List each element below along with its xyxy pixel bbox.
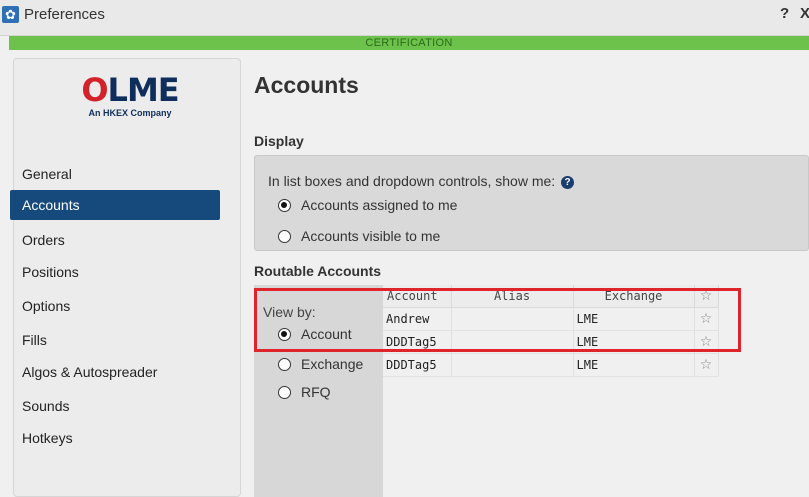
view-by-label: View by: xyxy=(263,304,316,320)
display-section-label: Display xyxy=(254,133,304,149)
sidebar-item-algos[interactable]: Algos & Autospreader xyxy=(10,357,220,387)
environment-banner: CERTIFICATION xyxy=(9,36,809,50)
routable-accounts-panel: View by: Account Alias Exchange ☆ Andrew… xyxy=(254,285,809,497)
column-header-alias[interactable]: Alias xyxy=(451,285,574,308)
table-header-row: Account Alias Exchange ☆ xyxy=(383,285,719,308)
viewby-radio-account[interactable]: Account xyxy=(278,326,352,342)
window-title: Preferences xyxy=(24,6,105,23)
radio-checked-icon xyxy=(278,327,291,341)
sidebar-item-accounts[interactable]: Accounts xyxy=(10,190,220,220)
radio-label: Accounts visible to me xyxy=(301,228,441,244)
star-icon[interactable]: ☆ xyxy=(694,330,719,354)
radio-unchecked-icon xyxy=(278,385,291,399)
cell-alias[interactable] xyxy=(451,307,574,331)
sidebar-item-fills[interactable]: Fills xyxy=(10,325,220,355)
cell-alias[interactable] xyxy=(451,330,574,354)
sidebar-item-sounds[interactable]: Sounds xyxy=(10,391,220,421)
logo-subtitle: An HKEX Company xyxy=(88,108,172,118)
star-icon[interactable]: ☆ xyxy=(694,353,719,377)
cell-exchange: LME xyxy=(573,307,695,331)
radio-label: Exchange xyxy=(301,356,364,372)
help-button[interactable]: ? xyxy=(780,5,789,22)
cell-account: Andrew xyxy=(383,307,452,331)
cell-exchange: LME xyxy=(573,330,695,354)
radio-accounts-visible[interactable]: Accounts visible to me xyxy=(278,228,440,244)
cell-alias[interactable] xyxy=(451,353,574,377)
accounts-table-area: Account Alias Exchange ☆ Andrew LME ☆ DD… xyxy=(383,285,809,497)
app-icon: ✿ xyxy=(2,6,19,23)
sidebar-item-general[interactable]: General xyxy=(10,159,220,189)
radio-label: Accounts assigned to me xyxy=(301,197,458,213)
viewby-radio-exchange[interactable]: Exchange xyxy=(278,356,363,372)
sidebar-item-hotkeys[interactable]: Hotkeys xyxy=(10,423,220,453)
display-prompt: In list boxes and dropdown controls, sho… xyxy=(268,173,575,189)
cell-account: DDDTag5 xyxy=(383,330,452,354)
radio-label: Account xyxy=(301,326,352,342)
table-row[interactable]: Andrew LME ☆ xyxy=(383,307,719,331)
column-header-account[interactable]: Account xyxy=(383,285,452,308)
radio-label: RFQ xyxy=(301,384,331,400)
question-icon[interactable]: ? xyxy=(561,176,575,189)
sidebar-item-positions[interactable]: Positions xyxy=(10,257,220,287)
radio-accounts-assigned[interactable]: Accounts assigned to me xyxy=(278,197,457,213)
logo-mark-text: LME xyxy=(107,71,180,109)
sidebar-item-orders[interactable]: Orders xyxy=(10,225,220,255)
logo-mark-prefix: O xyxy=(81,71,108,109)
close-button[interactable]: X xyxy=(800,5,809,22)
page-title: Accounts xyxy=(254,72,359,98)
display-prompt-text: In list boxes and dropdown controls, sho… xyxy=(268,173,556,189)
viewby-radio-rfq[interactable]: RFQ xyxy=(278,384,331,400)
star-icon[interactable]: ☆ xyxy=(694,307,719,331)
title-bar: ✿ Preferences ? X xyxy=(0,0,809,36)
sidebar-item-options[interactable]: Options xyxy=(10,291,220,321)
star-icon[interactable]: ☆ xyxy=(694,285,719,308)
lme-logo: OLME An HKEX Company xyxy=(74,73,186,118)
cell-exchange: LME xyxy=(573,353,695,377)
cell-account: DDDTag5 xyxy=(383,353,452,377)
column-header-exchange[interactable]: Exchange xyxy=(573,285,695,308)
table-row[interactable]: DDDTag5 LME ☆ xyxy=(383,353,719,377)
routable-section-label: Routable Accounts xyxy=(254,263,382,279)
radio-unchecked-icon xyxy=(278,357,291,371)
accounts-table: Account Alias Exchange ☆ Andrew LME ☆ DD… xyxy=(383,285,719,377)
radio-checked-icon xyxy=(278,198,291,212)
table-row[interactable]: DDDTag5 LME ☆ xyxy=(383,330,719,354)
radio-unchecked-icon xyxy=(278,229,291,243)
